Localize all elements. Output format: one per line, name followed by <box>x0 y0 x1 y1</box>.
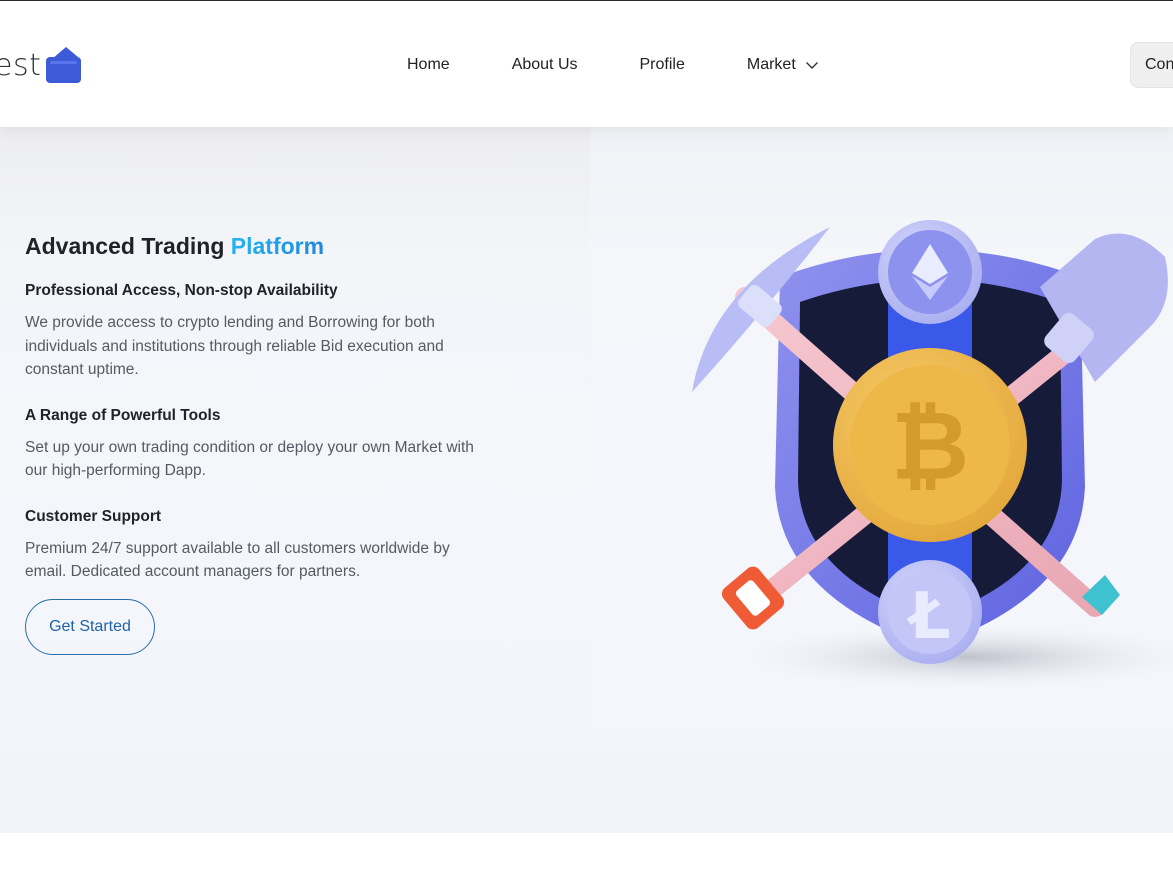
feature-title: A Range of Powerful Tools <box>25 406 221 424</box>
page-bottom <box>0 833 1173 880</box>
hero-content: Advanced Trading Platform Professional A… <box>25 231 485 655</box>
hero-title-accent: Platform <box>230 233 325 259</box>
feature-text: Set up your own trading condition or dep… <box>25 438 474 480</box>
nav-market-label: Market <box>746 56 796 73</box>
chevron-down-icon <box>805 62 818 69</box>
wallet-icon <box>46 47 82 83</box>
feature-text: Premium 24/7 support available to all cu… <box>25 539 450 581</box>
hero-section: Advanced Trading Platform Professional A… <box>0 127 1173 833</box>
site-header: est Home About Us Profile Market Con <box>0 1 1173 127</box>
hero-title: Advanced Trading Platform <box>25 231 485 261</box>
nav-profile[interactable]: Profile <box>640 56 685 74</box>
get-started-button[interactable]: Get Started <box>25 598 155 655</box>
feature-title: Customer Support <box>25 507 162 525</box>
svg-text:Ł: Ł <box>906 580 950 654</box>
brand-logo[interactable]: est <box>0 45 84 85</box>
main-nav: Home About Us Profile Market <box>407 56 819 74</box>
connect-button[interactable]: Con <box>1130 42 1173 88</box>
svg-text:₿: ₿ <box>891 390 969 502</box>
nav-about-us[interactable]: About Us <box>512 56 578 74</box>
hero-title-main: Advanced Trading <box>25 233 231 259</box>
logo-text: est <box>0 47 42 83</box>
feature-text: We provide access to crypto lending and … <box>25 314 444 378</box>
nav-home[interactable]: Home <box>407 56 450 74</box>
feature-title: Professional Access, Non-stop Availabili… <box>25 282 338 299</box>
crypto-shield-illustration: ₿ Ł <box>590 127 1173 727</box>
nav-market-dropdown[interactable]: Market <box>747 56 819 74</box>
